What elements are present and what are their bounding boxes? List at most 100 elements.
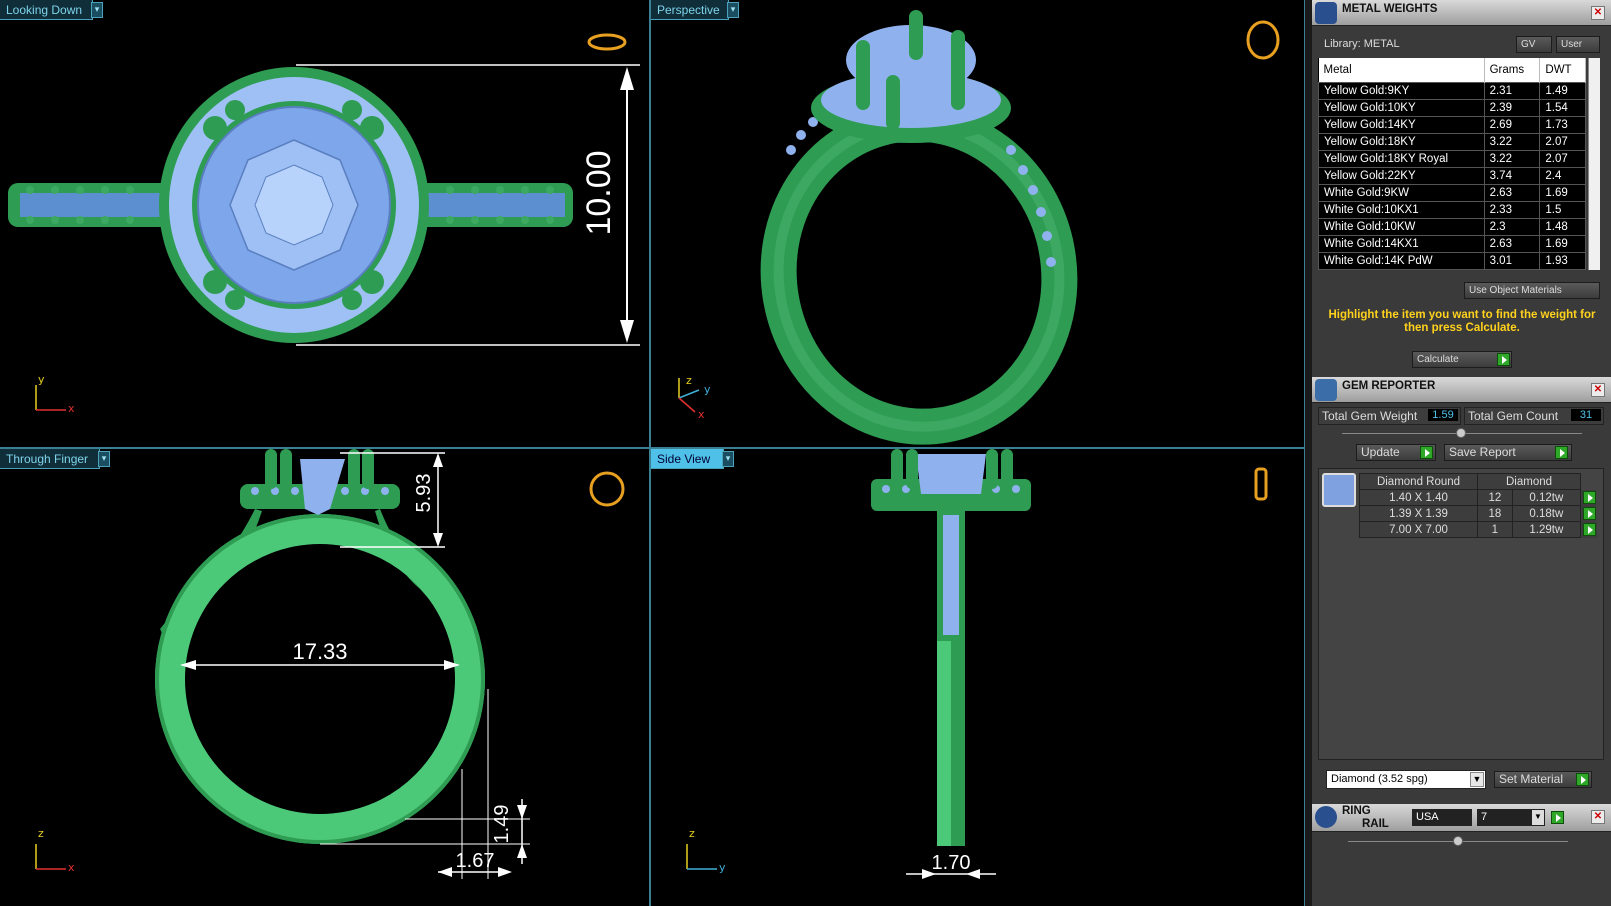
table-row[interactable]: Yellow Gold:18KY 3.22 2.07 [1318,132,1586,151]
close-icon[interactable]: ✕ [1591,6,1605,20]
viewport-through-finger[interactable]: 5.93 17.33 1.49 1.67 Through Finger ▾ z … [0,449,649,906]
ring-rail-header: RING RAIL USA 7 ▼ ✕ [1312,804,1611,832]
gem-cell: 0.18tw [1511,505,1582,522]
ring-standard-field[interactable]: USA [1412,809,1472,826]
table-row[interactable]: White Gold:14K PdW 3.01 1.93 [1318,251,1586,270]
table-cell: 1.49 [1539,81,1586,100]
table-cell: 2.39 [1483,98,1541,117]
table-cell: White Gold:14K PdW [1318,251,1485,270]
splitter-knob-icon[interactable] [1456,428,1466,438]
gem-row-go-icon[interactable] [1580,489,1597,506]
play-icon[interactable] [1583,522,1597,536]
viewport-menu-dropdown[interactable]: ▾ [722,451,734,467]
chevron-down-icon[interactable]: ▼ [1470,772,1484,787]
close-icon[interactable]: ✕ [1591,810,1605,824]
table-cell: White Gold:14KX1 [1318,234,1485,253]
table-row[interactable]: White Gold:9KW 2.63 1.69 [1318,183,1586,202]
metal-table: Metal Grams DWT Yellow Gold:9KY 2.31 1.49 Yel… [1318,58,1586,270]
dim-1-70: 1.70 [932,852,971,874]
dim-5-93: 5.93 [413,474,435,513]
metal-col-header[interactable]: DWT [1539,58,1586,82]
gem-cell: 1 [1477,521,1513,538]
user-toggle[interactable]: User [1556,36,1600,53]
table-row[interactable]: White Gold:14KX1 2.63 1.69 [1318,234,1586,253]
gem-reporter-icon [1315,379,1337,401]
table-cell: Yellow Gold:14KY [1318,115,1485,134]
axis-z-label: z [686,374,692,387]
save-report-button[interactable]: Save Report [1444,444,1572,461]
looking-down-render: 10.00 [8,33,640,411]
table-cell: 1.48 [1539,217,1586,236]
table-row[interactable]: Yellow Gold:10KY 2.39 1.54 [1318,98,1586,117]
weight-hint-text: Highlight the item you want to find the … [1328,309,1596,334]
save-report-go-icon[interactable] [1555,446,1568,459]
table-cell: 3.01 [1483,251,1541,270]
gem-row[interactable]: 1.40 X 1.40 12 0.12tw [1359,489,1597,506]
calculate-go-icon[interactable] [1497,353,1510,366]
axis-z-label: z [38,827,44,840]
gem-list-area[interactable]: Diamond Round Diamond 1.40 X 1.40 12 0.12t… [1318,468,1604,760]
gem-thumbnail [1322,473,1356,507]
metal-table-scrollbar[interactable] [1588,58,1600,270]
viewport-label-looking-down[interactable]: Looking Down [0,0,93,20]
gem-row-go-icon[interactable] [1580,521,1597,538]
table-cell: White Gold:10KW [1318,217,1485,236]
viewport-menu-dropdown[interactable]: ▾ [727,2,739,18]
viewport-perspective[interactable]: Perspective ▾ z y x [651,0,1304,447]
gv-label: GV [1521,39,1536,50]
ring-rail-title-2: RAIL [1362,818,1389,830]
right-panel: METAL WEIGHTS ✕ Library: METAL GV User M… [1312,0,1611,906]
viewport-label-perspective[interactable]: Perspective [651,0,729,20]
gem-row-go-icon[interactable] [1580,505,1597,522]
table-cell: Yellow Gold:18KY [1318,132,1485,151]
panel-splitter[interactable] [1304,0,1312,906]
set-material-go-icon[interactable] [1576,773,1589,786]
play-icon[interactable] [1583,506,1596,520]
library-label: Library: METAL [1324,38,1400,50]
table-row[interactable]: White Gold:10KW 2.3 1.48 [1318,217,1586,236]
table-row[interactable]: Yellow Gold:14KY 2.69 1.73 [1318,115,1586,134]
ring-size-select[interactable]: 7 ▼ [1477,809,1545,826]
viewport-divider-vertical[interactable] [649,0,651,906]
close-icon[interactable]: ✕ [1591,383,1605,397]
table-cell: 1.73 [1539,115,1586,134]
table-cell: White Gold:9KW [1318,183,1485,202]
metal-col-header[interactable]: Grams [1484,58,1541,82]
play-icon[interactable] [1583,490,1596,504]
ring-size-go-icon[interactable] [1551,811,1564,824]
metal-col-header[interactable]: Metal [1318,58,1485,82]
update-go-icon[interactable] [1420,446,1433,459]
ring-rail-icon [1315,806,1337,828]
update-label: Update [1361,445,1400,459]
total-gem-weight-value: 1.59 [1428,409,1458,421]
gv-toggle[interactable]: GV [1516,36,1552,53]
total-gem-count-field: Total Gem Count 31 [1464,407,1604,425]
gem-table: Diamond Round Diamond 1.40 X 1.40 12 0.12t… [1359,473,1597,538]
gem-row[interactable]: 7.00 X 7.00 1 1.29tw [1359,521,1597,538]
table-row[interactable]: Yellow Gold:18KY Royal 3.22 2.07 [1318,149,1586,168]
table-cell: Yellow Gold:18KY Royal [1318,149,1485,168]
viewport-label-side-view[interactable]: Side View [651,449,724,469]
gem-row[interactable]: 1.39 X 1.39 18 0.18tw [1359,505,1597,522]
table-cell: 1.5 [1539,200,1586,219]
viewport-menu-dropdown[interactable]: ▾ [91,2,103,18]
metal-table-container[interactable]: Metal Grams DWT Yellow Gold:9KY 2.31 1.49 Yel… [1318,58,1586,270]
viewport-label-through-finger[interactable]: Through Finger [0,449,100,469]
table-cell: 3.22 [1483,132,1541,151]
viewport-menu-dropdown[interactable]: ▾ [98,451,110,467]
ring-rail-slider-knob-icon[interactable] [1453,836,1463,846]
viewport-side-view[interactable]: 1.70 Side View ▾ z y [651,449,1304,906]
gem-cell: 12 [1477,489,1513,506]
viewport-divider-horizontal[interactable] [0,447,1306,449]
table-row[interactable]: White Gold:10KX1 2.33 1.5 [1318,200,1586,219]
table-row[interactable]: Yellow Gold:22KY 3.74 2.4 [1318,166,1586,185]
gem-cell: 0.12tw [1511,489,1582,506]
metal-weights-title: METAL WEIGHTS [1342,3,1438,15]
gem-cell: 7.00 X 7.00 [1359,521,1478,538]
material-select[interactable]: Diamond (3.52 spg) ▼ [1326,770,1486,789]
viewport-looking-down[interactable]: 10.00 Looking Down ▾ y x [0,0,649,447]
use-object-materials-button[interactable]: Use Object Materials [1464,282,1600,299]
chevron-down-icon[interactable]: ▼ [1532,810,1544,825]
dim-1-67: 1.67 [456,850,495,872]
table-row[interactable]: Yellow Gold:9KY 2.31 1.49 [1318,81,1586,100]
